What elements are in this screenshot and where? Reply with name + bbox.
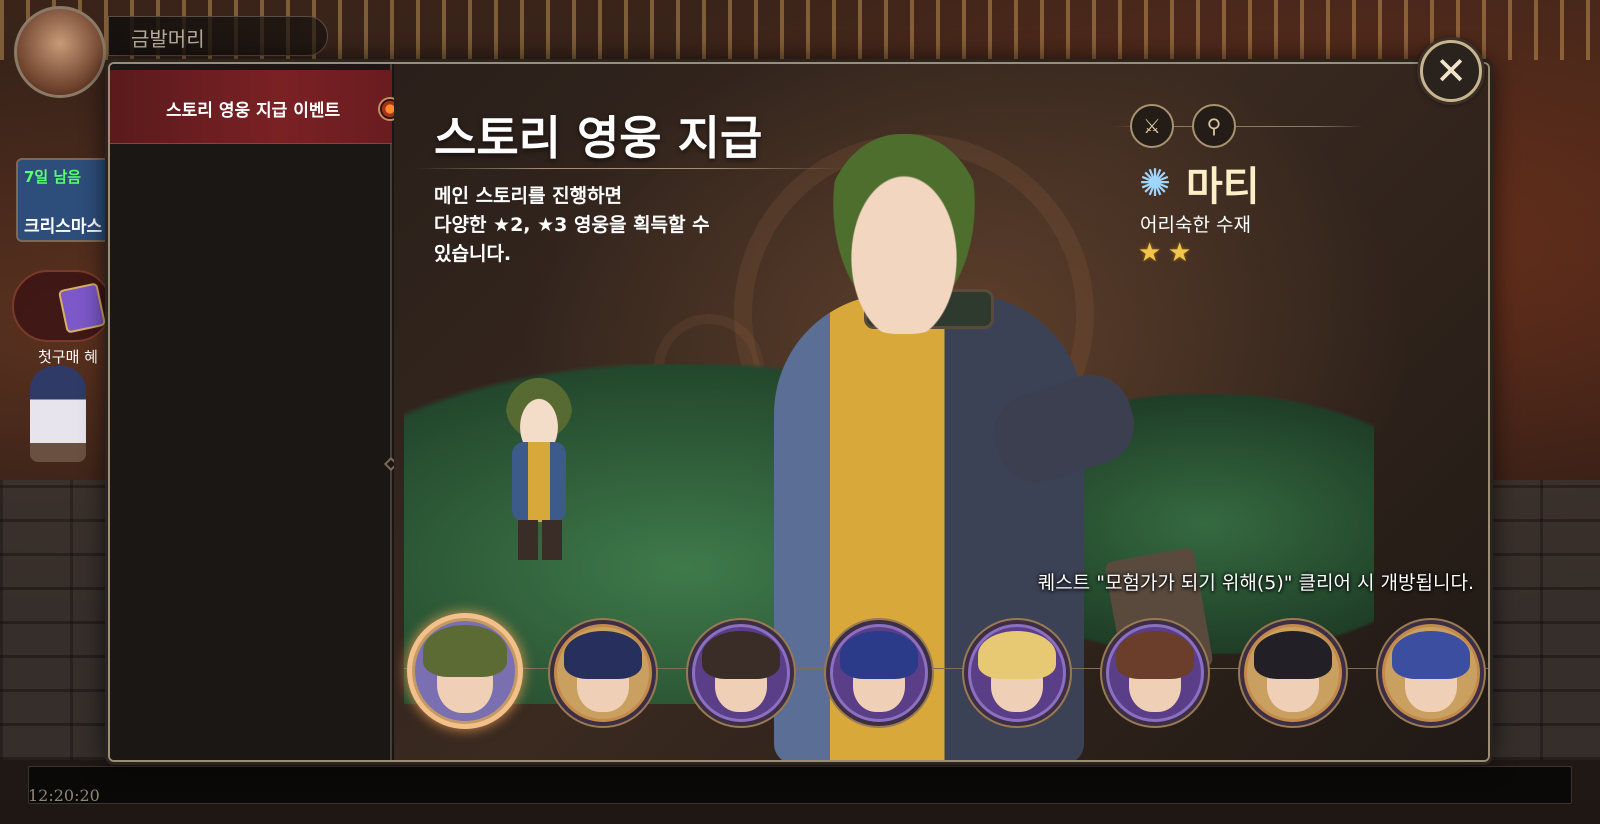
player-name: 금발머리	[131, 27, 205, 51]
hero-portrait-8[interactable]	[1382, 624, 1480, 722]
portrait-hair	[840, 630, 918, 679]
portrait-hair	[978, 630, 1056, 679]
hero-portrait-4[interactable]	[830, 624, 928, 722]
hero-star-rating: ★ ★	[1138, 240, 1194, 266]
background-npc	[30, 366, 86, 462]
side-event-button[interactable]: 7일 남음 크리스마스	[16, 158, 112, 242]
first-purchase-label: 첫구매 혜	[38, 348, 98, 366]
hero-portrait-6[interactable]	[1106, 624, 1204, 722]
sword-icon[interactable]: ⚔	[1130, 104, 1174, 148]
card-pack-icon	[57, 282, 107, 334]
star-icon: ★	[1138, 238, 1162, 268]
hero-chibi-sprite	[500, 378, 578, 564]
hero-subtitle: 어리숙한 수재	[1140, 214, 1251, 236]
portrait-hair	[423, 625, 507, 677]
hero-portrait-2[interactable]	[554, 624, 652, 722]
staff-icon[interactable]: ⚲	[1192, 104, 1236, 148]
event-popup: 스토리 영웅 지급 이벤트 스토리 영웅 지급 메인 스토리를 진행하면 다양한…	[108, 62, 1490, 762]
player-avatar[interactable]	[14, 6, 106, 98]
hero-portrait-3[interactable]	[692, 624, 790, 722]
menu-item-label: 스토리 영웅 지급 이벤트	[166, 101, 341, 121]
description-line: 메인 스토리를 진행하면	[434, 185, 623, 207]
hero-portrait-7[interactable]	[1244, 624, 1342, 722]
clock: 12:20:20	[28, 786, 100, 805]
chibi-body	[512, 442, 566, 522]
portrait-hair	[702, 630, 780, 679]
portrait-hair	[1392, 630, 1470, 679]
hero-showcase: 스토리 영웅 지급 메인 스토리를 진행하면 다양한 ★2, ★3 영웅을 획득…	[394, 64, 1488, 760]
first-purchase-button[interactable]	[12, 270, 112, 342]
hero-name: 마티	[1186, 164, 1260, 210]
unlock-condition-note: 퀘스트 "모험가가 되기 위해(5)" 클리어 시 개방됩니다.	[1037, 572, 1474, 594]
title-underline	[414, 168, 844, 169]
page-title: 스토리 영웅 지급	[434, 111, 763, 165]
star-icon: ★	[1168, 238, 1192, 268]
portrait-hair	[1116, 630, 1194, 679]
description-line: 있습니다.	[434, 243, 512, 265]
close-icon[interactable]: ✕	[1420, 40, 1482, 102]
portrait-hair	[564, 630, 642, 679]
player-name-bar[interactable]: 금발머리	[108, 16, 328, 56]
event-menu: 스토리 영웅 지급 이벤트	[110, 64, 402, 760]
menu-item-story-hero-event[interactable]: 스토리 영웅 지급 이벤트	[110, 70, 402, 144]
hero-portrait-5[interactable]	[968, 624, 1066, 722]
hero-head	[824, 134, 984, 334]
hero-portrait-1[interactable]	[412, 618, 518, 724]
chibi-legs	[518, 520, 562, 560]
side-event-label: 크리스마스	[24, 217, 103, 237]
light-element-icon: ✺	[1139, 161, 1171, 205]
portrait-hair	[1254, 630, 1332, 679]
chibi-head	[506, 378, 572, 448]
chat-bar[interactable]	[28, 766, 1572, 804]
event-days-left-badge: 7일 남음	[24, 168, 82, 186]
description-line: 다양한 ★2, ★3 영웅을 획득할 수	[434, 214, 710, 236]
event-description: 메인 스토리를 진행하면 다양한 ★2, ★3 영웅을 획득할 수 있습니다.	[434, 182, 774, 269]
